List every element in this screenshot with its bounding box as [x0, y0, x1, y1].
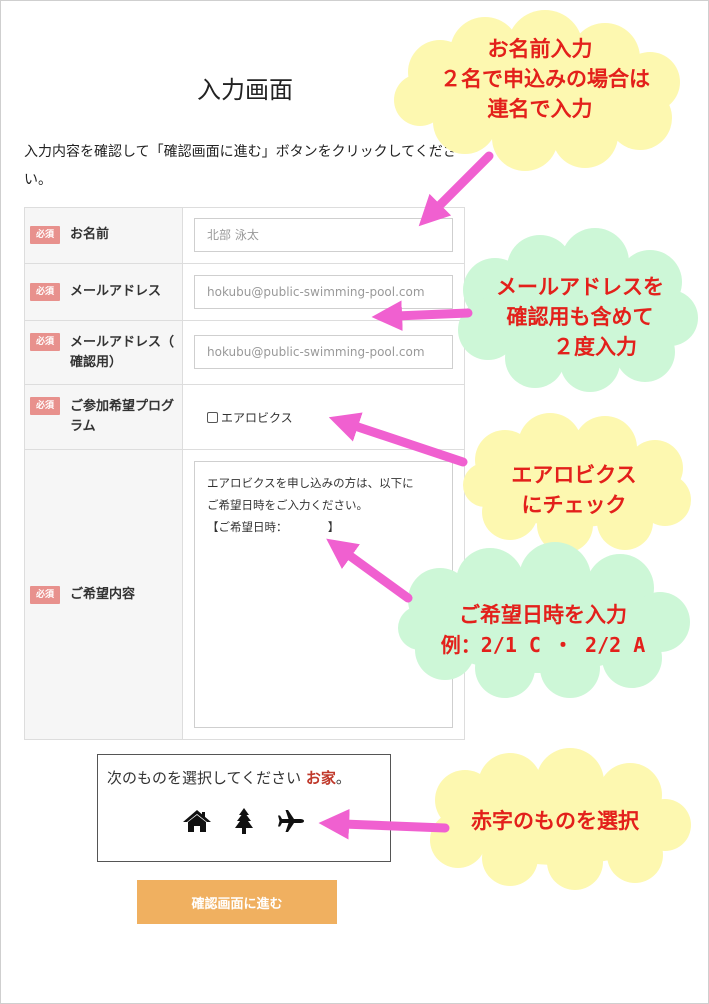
- icon-captcha: 次のものを選択してください お家。: [97, 754, 391, 862]
- email-confirm-label-line2: 確認用）: [70, 355, 123, 370]
- form-row-email: 必須 メールアドレス: [24, 264, 465, 321]
- required-badge: 必須: [30, 586, 60, 604]
- email-confirm-label-line1: メールアドレス（: [70, 335, 175, 350]
- aerobics-checkbox[interactable]: [207, 412, 218, 423]
- form-row-name: 必須 お名前: [24, 208, 465, 264]
- request-text-line2: ご希望日時をご入力ください。: [207, 498, 368, 512]
- captcha-target-word: お家: [305, 769, 336, 787]
- annotation-email: メールアドレスを 確認用も含めて ２度入力: [496, 275, 664, 359]
- email-confirm-input[interactable]: [194, 335, 453, 369]
- annotation-datetime: ご希望日時を入力 例：2/1 C ・ 2/2 A: [440, 603, 646, 657]
- required-badge: 必須: [30, 226, 60, 244]
- required-badge: 必須: [30, 283, 60, 301]
- entry-form: 必須 お名前 必須 メールアドレス 必須 メールアドレス（ 確認用） 必須 ご参…: [24, 207, 465, 740]
- confirm-button[interactable]: 確認画面に進む: [137, 880, 337, 924]
- aerobics-label: エアロビクス: [221, 411, 293, 425]
- intro-text: 入力内容を確認して「確認画面に進む」ボタンをクリックしてください。: [24, 144, 457, 188]
- annotation-aerobics: エアロビクス にチェック: [511, 463, 637, 517]
- program-label-line2: ラム: [70, 419, 96, 434]
- form-row-email-confirm: 必須 メールアドレス（ 確認用）: [24, 321, 465, 385]
- request-label: ご希望内容: [70, 587, 136, 602]
- name-label: お名前: [70, 227, 110, 242]
- required-badge: 必須: [30, 333, 60, 351]
- form-row-program: 必須 ご参加希望プログ ラム エアロビクス: [24, 385, 465, 450]
- request-textarea[interactable]: エアロビクスを申し込みの方は、以下に ご希望日時をご入力ください。 【ご希望日時…: [194, 461, 453, 728]
- annotation-name: お名前入力 ２名で申込みの場合は 連名で入力: [440, 37, 650, 121]
- captcha-icon-options: [98, 807, 390, 835]
- email-label: メールアドレス: [70, 284, 162, 299]
- aerobics-option[interactable]: エアロビクス: [207, 409, 293, 426]
- tree-icon[interactable]: [228, 807, 260, 835]
- email-input[interactable]: [194, 275, 453, 309]
- name-input[interactable]: [194, 218, 453, 252]
- page-title: 入力画面: [197, 76, 293, 104]
- required-badge: 必須: [30, 397, 60, 415]
- annotation-captcha: 赤字のものを選択: [471, 809, 639, 833]
- house-icon[interactable]: [181, 807, 213, 835]
- program-label-line1: ご参加希望プログ: [70, 399, 175, 414]
- request-text-line3: 【ご希望日時： 】: [207, 520, 340, 534]
- form-row-request: 必須 ご希望内容 エアロビクスを申し込みの方は、以下に ご希望日時をご入力くださ…: [24, 450, 465, 740]
- captcha-prompt: 次のものを選択してください お家。: [107, 769, 351, 787]
- request-text-line1: エアロビクスを申し込みの方は、以下に: [207, 476, 414, 490]
- airplane-icon[interactable]: [275, 807, 307, 835]
